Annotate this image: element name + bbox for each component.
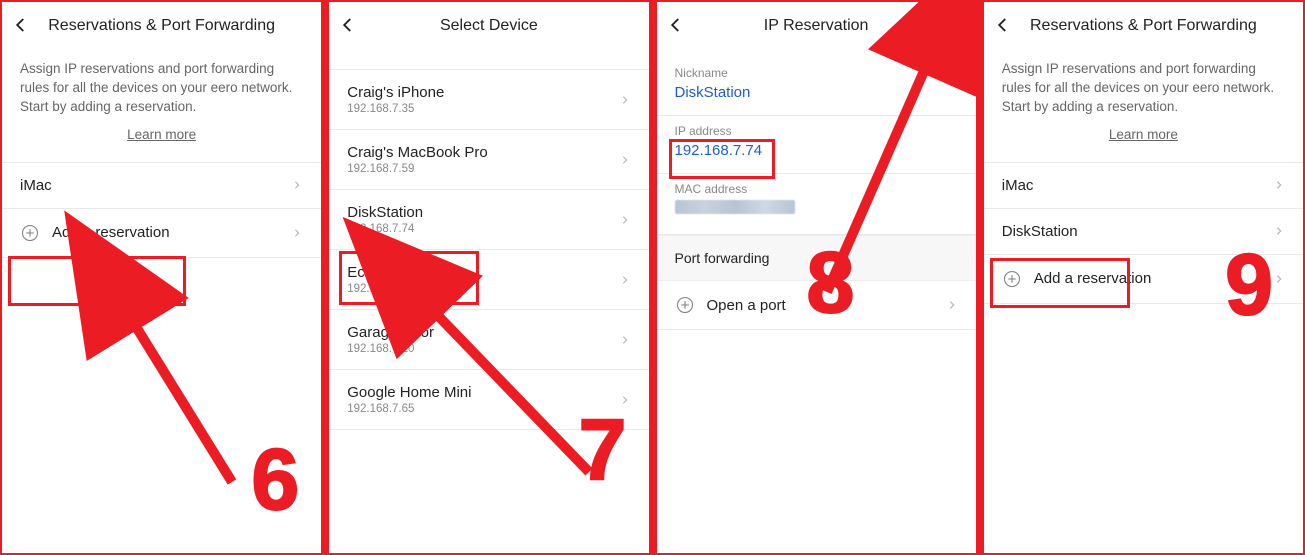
- page-title: IP Reservation: [669, 17, 964, 35]
- nickname-field[interactable]: Nickname DiskStation: [657, 58, 976, 116]
- device-row[interactable]: Garage Door 192.168.7.20: [329, 310, 648, 370]
- chevron-right-icon: [291, 227, 303, 239]
- chevron-left-icon: [339, 16, 357, 34]
- plus-circle-icon: [20, 223, 40, 243]
- field-value: DiskStation: [675, 84, 958, 101]
- header: Select Device: [329, 2, 648, 50]
- row-label: Garage Door: [347, 324, 618, 341]
- chevron-right-icon: [619, 334, 631, 346]
- page-title: Select Device: [341, 17, 636, 35]
- ip-address-field[interactable]: IP address 192.168.7.74: [657, 116, 976, 174]
- row-label: Add a reservation: [1034, 270, 1273, 287]
- chevron-right-icon: [619, 94, 631, 106]
- learn-more-link[interactable]: Learn more: [2, 127, 321, 142]
- device-row[interactable]: Craig's MacBook Pro 192.168.7.59: [329, 130, 648, 190]
- chevron-right-icon: [1273, 179, 1285, 191]
- add-reservation-row[interactable]: Add a reservation: [2, 209, 321, 258]
- chevron-right-icon: [1273, 273, 1285, 285]
- device-row-imac[interactable]: iMac: [2, 162, 321, 209]
- chevron-left-icon: [667, 16, 685, 34]
- learn-more-link[interactable]: Learn more: [984, 127, 1303, 142]
- add-reservation-row[interactable]: Add a reservation: [984, 255, 1303, 304]
- row-label: Open a port: [707, 297, 946, 314]
- row-label: Add a reservation: [52, 224, 291, 241]
- annotation-arrow: [92, 292, 272, 507]
- row-sub: 192.168.7.20: [347, 343, 618, 355]
- back-button[interactable]: [667, 16, 689, 38]
- field-label: IP address: [675, 124, 958, 138]
- helper-text: Assign IP reservations and port forwardi…: [2, 50, 321, 123]
- port-forwarding-header: Port forwarding: [657, 235, 976, 281]
- device-row[interactable]: Google Home Mini 192.168.7.65: [329, 370, 648, 430]
- chevron-left-icon: [994, 16, 1012, 34]
- row-label: DiskStation: [1002, 223, 1273, 240]
- row-sub: 192.168.7.59: [347, 163, 618, 175]
- back-button[interactable]: [12, 16, 34, 38]
- field-label: MAC address: [675, 182, 958, 196]
- header: Reservations & Port Forwarding: [984, 2, 1303, 50]
- back-button[interactable]: [994, 16, 1016, 38]
- device-row-imac[interactable]: iMac: [984, 162, 1303, 209]
- row-sub: 192.168.7.34: [347, 283, 618, 295]
- panel-step-6: Reservations & Port Forwarding Assign IP…: [2, 2, 321, 553]
- row-label: Craig's iPhone: [347, 84, 618, 101]
- device-row-diskstation[interactable]: DiskStation 192.168.7.74: [329, 190, 648, 250]
- field-value-redacted: [675, 200, 795, 214]
- annotation-step-number: 6: [251, 437, 299, 523]
- row-label: DiskStation: [347, 204, 618, 221]
- device-row-diskstation[interactable]: DiskStation: [984, 209, 1303, 255]
- chevron-left-icon: [12, 16, 30, 34]
- annotation-highlight-box: [8, 256, 186, 306]
- row-label: Ecobee3: [347, 264, 618, 281]
- panel-step-8: IP Reservation Save Nickname DiskStation…: [657, 2, 976, 553]
- row-label: iMac: [20, 177, 291, 194]
- panel-step-9: Reservations & Port Forwarding Assign IP…: [984, 2, 1303, 553]
- chevron-right-icon: [291, 179, 303, 191]
- page-title: Reservations & Port Forwarding: [996, 17, 1291, 35]
- row-sub: 192.168.7.35: [347, 103, 618, 115]
- field-label: Nickname: [675, 66, 958, 80]
- row-label: Google Home Mini: [347, 384, 618, 401]
- chevron-right-icon: [619, 154, 631, 166]
- helper-text: Assign IP reservations and port forwardi…: [984, 50, 1303, 123]
- page-title: Reservations & Port Forwarding: [14, 17, 309, 35]
- chevron-right-icon: [1273, 225, 1285, 237]
- save-button[interactable]: Save: [924, 14, 966, 35]
- row-label: iMac: [1002, 177, 1273, 194]
- chevron-right-icon: [619, 394, 631, 406]
- header: Reservations & Port Forwarding: [2, 2, 321, 50]
- mac-address-field: MAC address: [657, 174, 976, 235]
- plus-circle-icon: [1002, 269, 1022, 289]
- row-sub: 192.168.7.65: [347, 403, 618, 415]
- device-row[interactable]: Craig's iPhone 192.168.7.35: [329, 70, 648, 130]
- header: IP Reservation Save: [657, 2, 976, 50]
- device-row[interactable]: Ecobee3 192.168.7.34: [329, 250, 648, 310]
- panel-step-7: Select Device Craig's iPhone 192.168.7.3…: [329, 2, 648, 553]
- back-button[interactable]: [339, 16, 361, 38]
- chevron-right-icon: [619, 274, 631, 286]
- chevron-right-icon: [619, 214, 631, 226]
- plus-circle-icon: [675, 295, 695, 315]
- row-label: Craig's MacBook Pro: [347, 144, 618, 161]
- open-port-row[interactable]: Open a port: [657, 281, 976, 330]
- list-top-spacer: [329, 50, 648, 70]
- chevron-right-icon: [946, 299, 958, 311]
- row-sub: 192.168.7.74: [347, 223, 618, 235]
- field-value: 192.168.7.74: [675, 142, 958, 159]
